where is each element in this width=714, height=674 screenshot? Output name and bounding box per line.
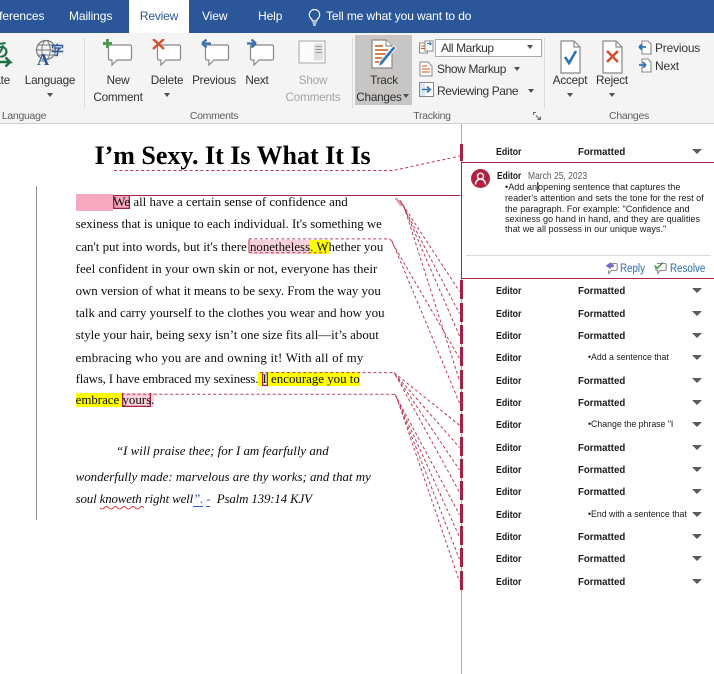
svg-text:あ: あ <box>0 39 9 61</box>
svg-text:字: 字 <box>51 43 64 58</box>
svg-text:A: A <box>37 50 50 69</box>
